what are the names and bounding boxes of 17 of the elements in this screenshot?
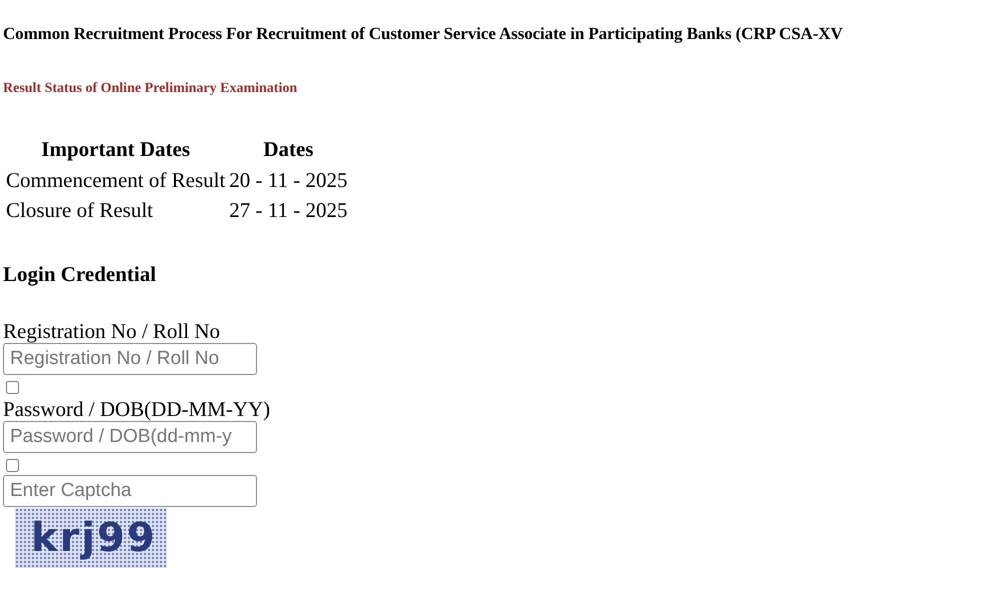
login-heading: Login Credential (3, 262, 158, 287)
column-header: Important Dates (40, 136, 192, 163)
table-cell-text: 27 - 11 - 2025 (228, 197, 349, 224)
table-cell-text: Closure of Result (5, 197, 154, 224)
checkbox[interactable] (6, 459, 19, 472)
table-cell-text: 20 - 11 - 2025 (228, 167, 349, 194)
table-cell-text: Commencement of Result (5, 167, 226, 194)
field-label: Password / DOB(DD-MM-YY) (3, 397, 270, 421)
column-header: Dates (262, 136, 314, 163)
input-field[interactable]: Enter Captcha (3, 475, 257, 507)
section-subtitle: Result Status of Online Preliminary Examination (3, 81, 298, 97)
captcha-image: krj99 (15, 508, 167, 568)
input-field[interactable]: Password / DOB(dd-mm-y (3, 421, 257, 453)
checkbox[interactable] (6, 381, 19, 394)
input-field[interactable]: Registration No / Roll No (3, 343, 257, 375)
field-label: Registration No / Roll No (3, 319, 220, 343)
page-title: Common Recruitment Process For Recruitment of Customer Service Associate in Participating Banks (CRP CSA-XV (3, 24, 844, 44)
